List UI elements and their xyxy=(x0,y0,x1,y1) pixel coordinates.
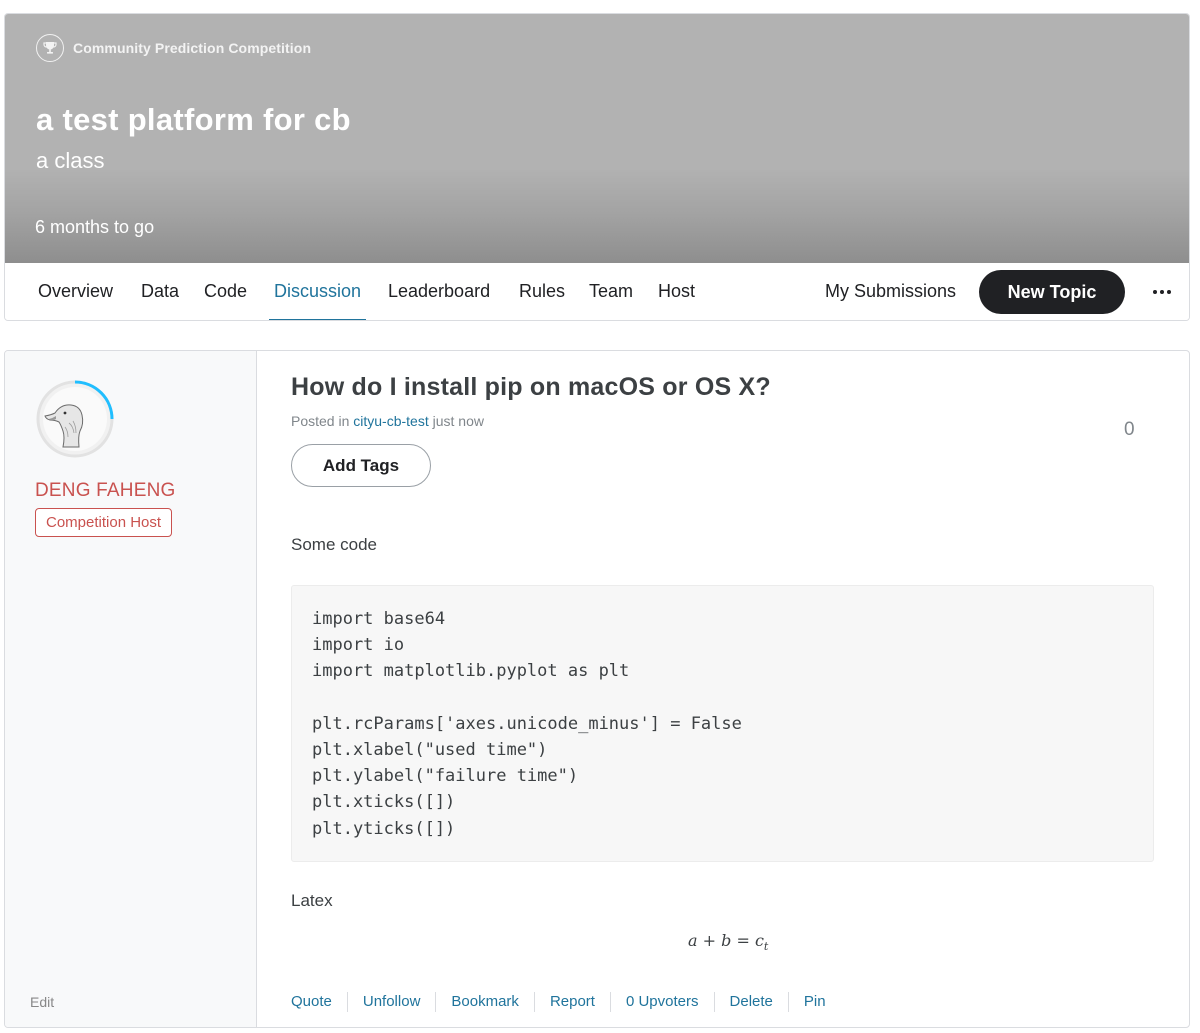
forum-link[interactable]: cityu-cb-test xyxy=(353,413,428,429)
code-line: import base64 xyxy=(312,609,446,629)
competition-deadline: 6 months to go xyxy=(35,217,155,237)
new-topic-button[interactable]: New Topic xyxy=(979,270,1125,314)
code-line: plt.ylabel("failure time") xyxy=(312,766,579,787)
code-line: import io xyxy=(312,635,405,656)
tab-host[interactable]: Host xyxy=(658,263,695,320)
my-submissions-link[interactable]: My Submissions xyxy=(825,263,956,320)
tab-code[interactable]: Code xyxy=(204,263,247,320)
tab-team[interactable]: Team xyxy=(589,263,633,320)
latex-formula: a + b = ct xyxy=(688,931,768,953)
author-sidebar: DENG FAHENG Competition Host Edit xyxy=(5,351,257,1027)
bookmark-action[interactable]: Bookmark xyxy=(435,992,534,1012)
post-actions: Quote Unfollow Bookmark Report 0 Upvoter… xyxy=(291,992,841,1012)
upvoters-action[interactable]: 0 Upvoters xyxy=(609,992,714,1012)
posted-time: just now xyxy=(432,413,484,429)
quote-action[interactable]: Quote xyxy=(291,992,347,1012)
topic-main: How do I install pip on macOS or OS X? P… xyxy=(258,351,1189,1027)
posted-meta: Posted in cityu-cb-test just now xyxy=(291,413,484,429)
code-line: plt.rcParams['axes.unicode_minus'] = Fal… xyxy=(312,713,742,734)
delete-action[interactable]: Delete xyxy=(713,992,788,1012)
edit-link[interactable]: Edit xyxy=(30,994,54,1010)
tab-leaderboard[interactable]: Leaderboard xyxy=(388,263,490,320)
report-action[interactable]: Report xyxy=(533,992,610,1012)
latex-subscript: t xyxy=(763,940,769,954)
add-tags-button[interactable]: Add Tags xyxy=(291,444,431,487)
posted-prefix: Posted in xyxy=(291,413,350,429)
competition-subtitle: a class xyxy=(36,148,105,173)
tab-rules[interactable]: Rules xyxy=(519,263,565,320)
competition-type: Community Prediction Competition xyxy=(36,34,311,62)
tab-overview[interactable]: Overview xyxy=(38,263,113,320)
pin-action[interactable]: Pin xyxy=(787,992,841,1012)
code-line: plt.xlabel("used time") xyxy=(312,739,548,760)
author-name[interactable]: DENG FAHENG xyxy=(35,480,176,502)
topic-title: How do I install pip on macOS or OS X? xyxy=(291,373,771,401)
goose-avatar-icon xyxy=(36,380,114,458)
more-horizontal-icon[interactable] xyxy=(1149,279,1175,305)
vote-count[interactable]: 0 xyxy=(1124,419,1135,441)
tab-discussion[interactable]: Discussion xyxy=(269,263,367,320)
competition-tabbar: Overview Data Code Discussion Leaderboar… xyxy=(5,263,1189,320)
competition-type-label: Community Prediction Competition xyxy=(73,40,312,56)
tab-data[interactable]: Data xyxy=(141,263,179,320)
topic-card: DENG FAHENG Competition Host Edit How do… xyxy=(4,350,1190,1028)
trophy-icon xyxy=(36,34,64,62)
post-intro-text: Some code xyxy=(291,535,377,554)
avatar[interactable] xyxy=(35,379,115,459)
competition-banner: Community Prediction Competition a test … xyxy=(5,14,1189,263)
role-badge: Competition Host xyxy=(35,508,173,537)
code-line: import matplotlib.pyplot as plt xyxy=(312,661,630,682)
code-line: plt.xticks([]) xyxy=(312,792,456,813)
competition-header: Community Prediction Competition a test … xyxy=(4,13,1190,321)
competition-title: a test platform for cb xyxy=(36,102,351,137)
latex-label: Latex xyxy=(291,891,333,910)
code-block: import base64 import io import matplotli… xyxy=(291,585,1154,862)
latex-main: a + b = c xyxy=(688,931,764,950)
unfollow-action[interactable]: Unfollow xyxy=(346,992,436,1012)
code-line: plt.yticks([]) xyxy=(312,818,456,839)
